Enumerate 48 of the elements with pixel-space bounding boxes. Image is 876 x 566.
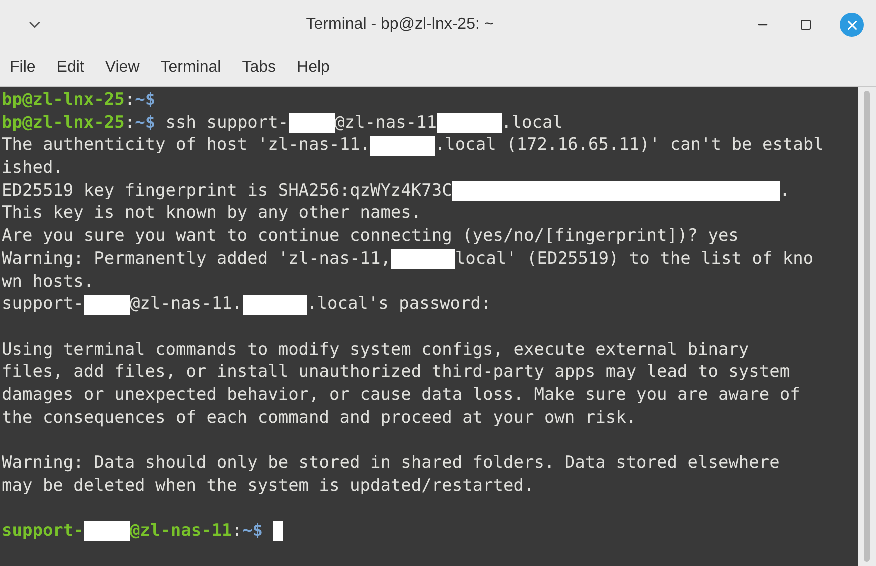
terminal-text: Warning: Permanently added 'zl-nas-11,: [2, 248, 391, 271]
redaction-box: [370, 136, 435, 156]
redaction-box: [390, 249, 456, 270]
terminal-text: .local (172.16.65.11)' can't be establ: [434, 134, 824, 158]
terminal-text: The authenticity of host 'zl-nas-11.: [2, 134, 370, 158]
menu-item[interactable]: Edit: [56, 56, 84, 80]
menu-item[interactable]: Terminal: [160, 56, 222, 80]
prompt-user: bp@zl-lnx-25: [2, 89, 125, 112]
prompt-path: ~$: [135, 89, 156, 112]
window-title: Terminal - bp@zl-lnx-25: ~: [306, 15, 494, 35]
terminal-text: may be deleted when the system is updated/restarted.: [2, 474, 534, 498]
menu-item[interactable]: File: [10, 56, 36, 80]
menu-item[interactable]: Tabs: [242, 56, 276, 80]
terminal-text: Warning: Data should only be stored in shared folders. Data stored elsewhere: [2, 452, 780, 475]
prompt-user: @zl-nas-11: [130, 520, 232, 543]
terminal-text: :: [124, 89, 136, 112]
text-cursor: [273, 521, 284, 542]
prompt-user: support-: [2, 520, 84, 543]
terminal-text: @zl-nas-11.: [130, 293, 243, 316]
terminal-text: Are you sure you want to continue connecting (yes/no/[fingerprint])? yes: [2, 225, 739, 248]
menu-item[interactable]: View: [105, 56, 140, 80]
terminal-text: Using terminal commands to modify system configs, execute external binary: [2, 338, 750, 362]
terminal-text: support-: [2, 293, 84, 316]
terminal-text: local' (ED25519) to the list of kno: [455, 248, 814, 271]
terminal-text: the consequences of each command and proceed at your own risk.: [2, 406, 637, 430]
terminal-text: ssh support-: [164, 112, 289, 134]
redaction-box: [437, 113, 502, 134]
menu-item[interactable]: Help: [297, 56, 330, 80]
terminal-text: .local's password:: [307, 293, 492, 316]
terminal-text: This key is not known by any other names.: [2, 202, 422, 226]
prompt-user: bp@zl-lnx-25: [2, 112, 125, 134]
prompt-path: ~$: [135, 112, 156, 134]
maximize-icon[interactable]: [800, 19, 812, 31]
terminal-text: wn hosts.: [2, 270, 94, 294]
terminal-text: :: [124, 112, 136, 134]
terminal-text: ED25519 key fingerprint is SHA256:qzWYz4K73C: [2, 180, 452, 202]
terminal-text: files, add files, or install unauthorized third-party apps may lead to system: [2, 361, 790, 384]
terminal-text: damages or unexpected behavior, or cause data loss. Make sure you are aware of: [2, 384, 800, 407]
redaction-box: [242, 294, 307, 315]
prompt-path: ~$: [242, 520, 264, 543]
close-button[interactable]: [840, 13, 864, 37]
terminal-text: .local: [502, 112, 563, 134]
redaction-box: [84, 294, 130, 315]
redaction-box: [84, 521, 130, 542]
redaction-box: [288, 113, 335, 134]
terminal-text: :: [232, 520, 243, 543]
terminal-text: .: [780, 180, 790, 202]
terminal-text: ished.: [2, 157, 64, 180]
